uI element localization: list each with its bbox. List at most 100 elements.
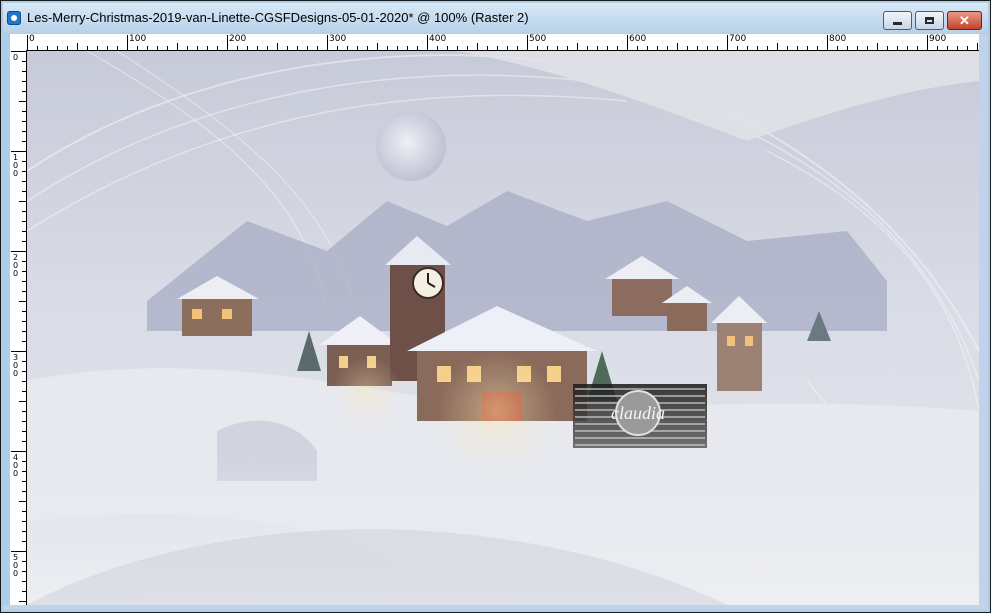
ruler-tick: [127, 35, 128, 50]
ruler-label: 300: [329, 34, 347, 44]
ruler-tick: [847, 46, 848, 50]
ruler-tick: [537, 46, 538, 50]
maximize-button[interactable]: [915, 11, 944, 30]
moon: [376, 111, 446, 181]
vertical-ruler[interactable]: 0 1 0 0 2 0 0 3 0 0 4 0 0 5 0 0: [10, 50, 27, 605]
ruler-tick: [22, 491, 26, 492]
ruler-tick: [837, 46, 838, 50]
ruler-tick: [387, 46, 388, 50]
ruler-tick: [787, 46, 788, 50]
ruler-tick: [22, 281, 26, 282]
ruler-tick: [22, 471, 26, 472]
ruler-tick: [977, 43, 978, 50]
ruler-tick: [597, 46, 598, 50]
ruler-tick: [22, 391, 26, 392]
ruler-tick: [267, 46, 268, 50]
ruler-tick: [22, 221, 26, 222]
ruler-tick: [747, 46, 748, 50]
ruler-tick: [11, 151, 26, 152]
ruler-tick: [707, 46, 708, 50]
ruler-tick: [22, 241, 26, 242]
ruler-tick: [677, 43, 678, 50]
ruler-tick: [617, 46, 618, 50]
ruler-tick: [377, 43, 378, 50]
ruler-tick: [47, 46, 48, 50]
ruler-tick: [22, 541, 26, 542]
app-icon[interactable]: [7, 11, 21, 25]
ruler-label: 700: [729, 34, 747, 44]
vertical-scrollbar[interactable]: [979, 34, 988, 605]
ruler-tick: [867, 46, 868, 50]
ruler-tick: [137, 46, 138, 50]
ruler-tick: [11, 351, 26, 352]
minimize-button[interactable]: [883, 11, 912, 30]
ruler-tick: [607, 46, 608, 50]
horizontal-scrollbar[interactable]: [3, 605, 988, 610]
ruler-tick: [57, 46, 58, 50]
ruler-tick: [22, 331, 26, 332]
ruler-tick: [147, 46, 148, 50]
ruler-tick: [427, 35, 428, 50]
ruler-tick: [22, 321, 26, 322]
ruler-tick: [22, 431, 26, 432]
ruler-tick: [817, 46, 818, 50]
ruler-tick: [22, 381, 26, 382]
ruler-tick: [217, 46, 218, 50]
close-button[interactable]: ✕: [947, 11, 982, 30]
ruler-tick: [37, 46, 38, 50]
ruler-tick: [287, 46, 288, 50]
ruler-tick: [22, 121, 26, 122]
ruler-tick: [22, 311, 26, 312]
image-canvas[interactable]: claudia: [27, 51, 979, 605]
ruler-tick: [117, 46, 118, 50]
ruler-label: 500: [529, 34, 547, 44]
ruler-tick: [547, 46, 548, 50]
ruler-tick: [177, 43, 178, 50]
ruler-tick: [22, 191, 26, 192]
ruler-label: 3 0 0: [12, 353, 19, 378]
ruler-tick: [757, 46, 758, 50]
ruler-tick: [257, 46, 258, 50]
ruler-tick: [587, 46, 588, 50]
ruler-tick: [22, 211, 26, 212]
ruler-tick: [19, 201, 26, 202]
close-icon: ✕: [959, 13, 970, 28]
ruler-tick: [457, 46, 458, 50]
ruler-label: 600: [629, 34, 647, 44]
ruler-tick: [437, 46, 438, 50]
ruler-tick: [737, 46, 738, 50]
ruler-tick: [667, 46, 668, 50]
ruler-label: 1 0 0: [12, 153, 19, 178]
ruler-tick: [167, 46, 168, 50]
ruler-tick: [22, 61, 26, 62]
ruler-tick: [22, 131, 26, 132]
horizontal-ruler[interactable]: 0 100 200 300 400 500 600 700 800 900: [10, 34, 979, 51]
ruler-tick: [347, 46, 348, 50]
ruler-tick: [22, 461, 26, 462]
ruler-tick: [22, 481, 26, 482]
title-bar[interactable]: Les-Merry-Christmas-2019-van-Linette-CGS…: [3, 3, 988, 33]
ruler-tick: [297, 46, 298, 50]
ruler-tick: [967, 46, 968, 50]
ruler-tick: [577, 43, 578, 50]
ruler-tick: [927, 35, 928, 50]
ruler-tick: [357, 46, 358, 50]
ruler-tick: [627, 35, 628, 50]
ruler-tick: [237, 46, 238, 50]
ruler-tick: [97, 46, 98, 50]
ruler-tick: [937, 46, 938, 50]
ruler-tick: [157, 46, 158, 50]
ruler-label: 200: [229, 34, 247, 44]
ruler-tick: [897, 46, 898, 50]
watermark-text: claudia: [611, 403, 665, 423]
ruler-tick: [19, 501, 26, 502]
ruler-tick: [887, 46, 888, 50]
ruler-tick: [827, 35, 828, 50]
ruler-tick: [697, 46, 698, 50]
ruler-tick: [877, 43, 878, 50]
ruler-label: 4 0 0: [12, 453, 19, 478]
ruler-tick: [19, 601, 26, 602]
ruler-tick: [22, 371, 26, 372]
ruler-tick: [22, 181, 26, 182]
ruler-tick: [22, 231, 26, 232]
